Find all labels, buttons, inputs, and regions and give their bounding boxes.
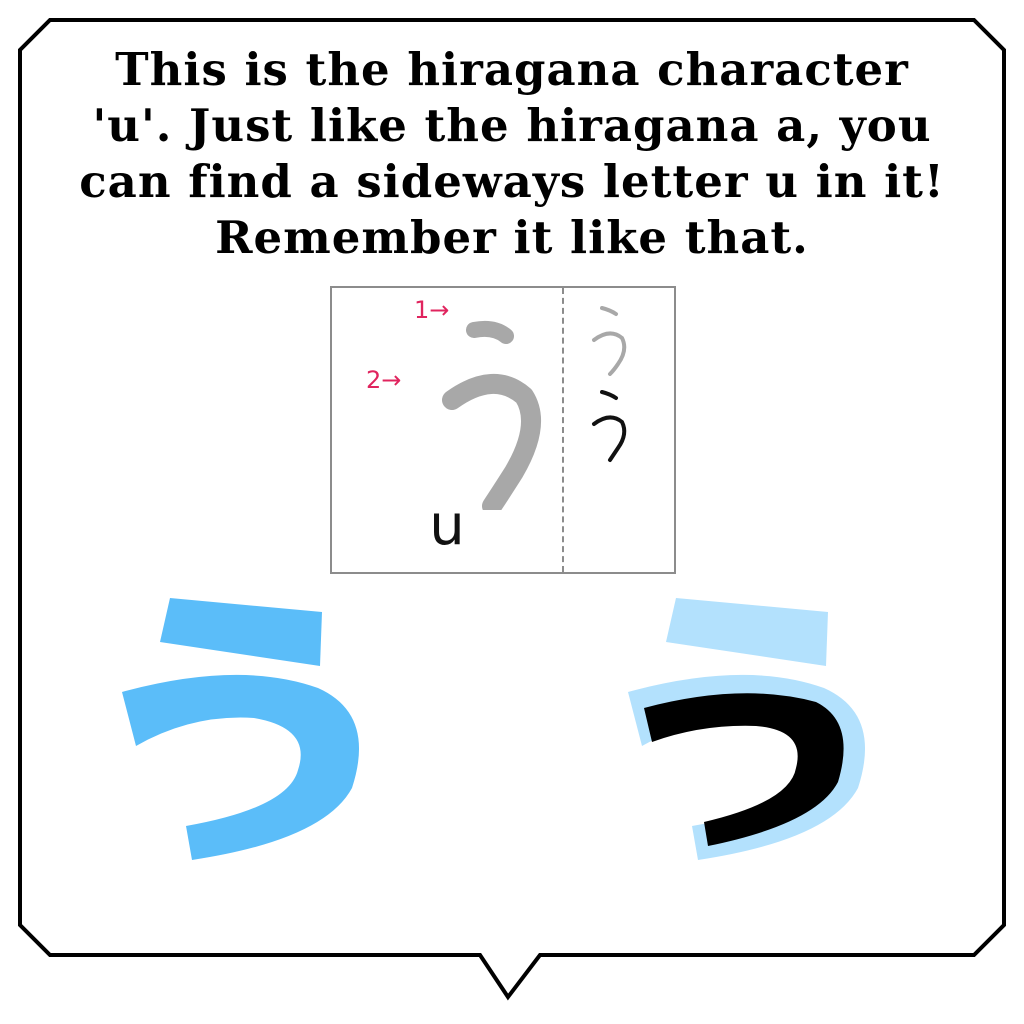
hiragana-u-practice-icon	[592, 390, 627, 462]
hiragana-u-brush-trace-icon	[628, 598, 866, 860]
caption-line-2: 'u'. Just like the hiragana a, you	[92, 99, 932, 152]
stroke-order-label-2: 2→	[366, 366, 402, 394]
stroke-order-card: 1→ 2→ u	[330, 286, 676, 574]
stroke-order-label-1: 1→	[414, 296, 450, 324]
caption-line-3: can find a sideways letter u in it!	[79, 155, 945, 208]
caption-line-1: This is the hiragana character	[115, 43, 909, 96]
romaji-label: u	[429, 493, 465, 558]
caption-line-4: Remember it like that.	[215, 211, 809, 264]
hiragana-u-faded-practice-icon	[592, 306, 627, 376]
hiragana-u-stroke-order-icon	[442, 320, 542, 510]
caption-text: This is the hiragana character 'u'. Just…	[40, 42, 984, 266]
hiragana-u-blue-icon	[122, 598, 360, 860]
comic-panel: This is the hiragana character 'u'. Just…	[0, 0, 1024, 1024]
